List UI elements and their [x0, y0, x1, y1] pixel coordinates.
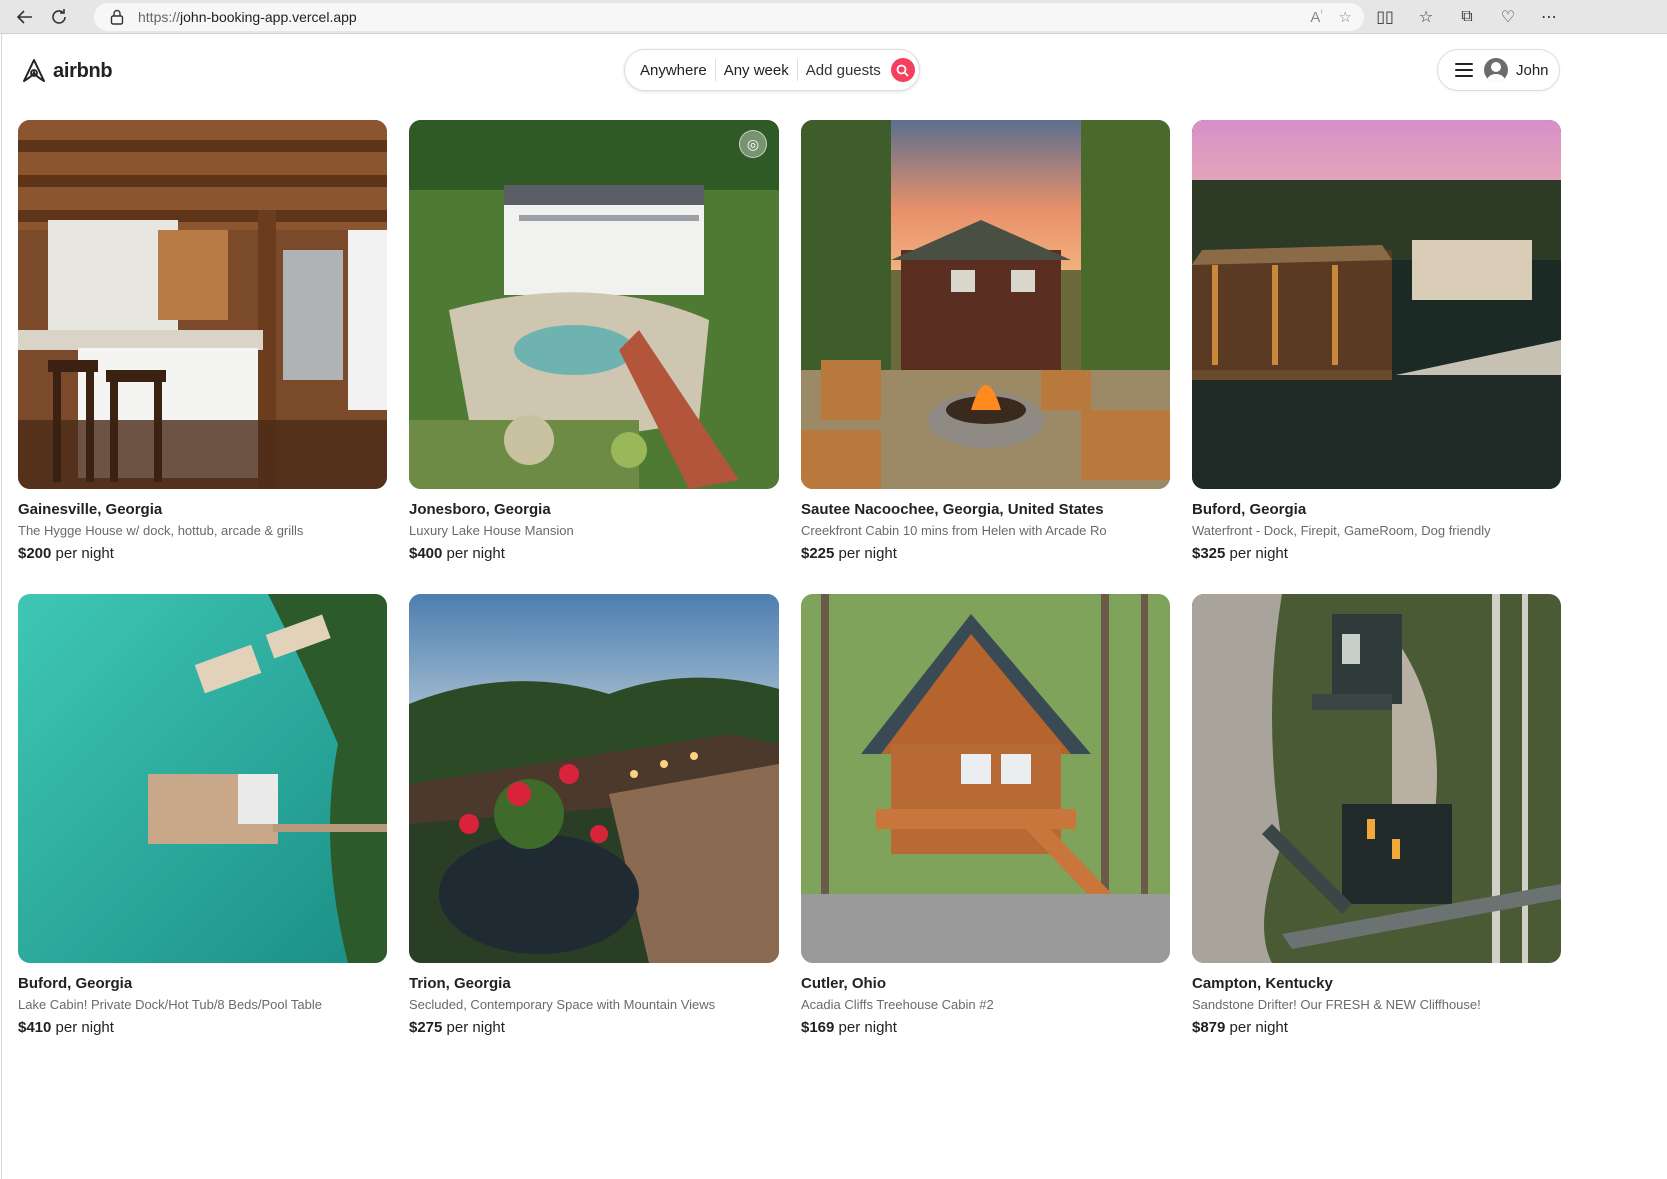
- browser-essentials-icon[interactable]: ♡: [1497, 6, 1519, 28]
- listings-grid: Gainesville, Georgia The Hygge House w/ …: [18, 120, 1562, 1036]
- airbnb-logo[interactable]: airbnb: [21, 58, 113, 84]
- search-anywhere[interactable]: Anywhere: [640, 62, 715, 79]
- listing-description: Acadia Cliffs Treehouse Cabin #2: [801, 997, 994, 1012]
- listing-description: Luxury Lake House Mansion: [409, 523, 574, 538]
- listing-location: Cutler, Ohio: [801, 975, 887, 992]
- page: airbnb Anywhere Any week Add guests John: [1, 34, 1667, 1179]
- listing-description: Creekfront Cabin 10 mins from Helen with…: [801, 523, 1107, 538]
- camera-focus-icon[interactable]: ◎: [739, 130, 767, 158]
- listing-card[interactable]: Buford, Georgia Waterfront - Dock, Firep…: [1192, 120, 1561, 562]
- listing-location: Campton, Kentucky: [1192, 975, 1333, 992]
- listing-location: Buford, Georgia: [1192, 501, 1307, 518]
- search-add-guests[interactable]: Add guests: [806, 62, 889, 79]
- listing-price: $169 per night: [801, 1019, 897, 1036]
- browser-toolbar: https://john-booking-app.vercel.app A⁾ ☆…: [0, 0, 1667, 34]
- listing-card[interactable]: Buford, Georgia Lake Cabin! Private Dock…: [18, 594, 387, 1036]
- collections-icon[interactable]: ⧉: [1456, 6, 1478, 28]
- listing-photo[interactable]: [409, 594, 779, 963]
- listing-photo[interactable]: [1192, 120, 1561, 489]
- airbnb-mark-icon: [23, 59, 45, 82]
- listing-photo[interactable]: [18, 120, 387, 489]
- brand-name: airbnb: [53, 59, 113, 82]
- read-aloud-icon[interactable]: A⁾: [1310, 8, 1322, 26]
- user-name: John: [1516, 61, 1549, 79]
- url-text: https://john-booking-app.vercel.app: [138, 9, 357, 25]
- split-screen-icon[interactable]: ▯▯: [1374, 6, 1396, 28]
- listing-photo[interactable]: [801, 594, 1170, 963]
- listing-location: Trion, Georgia: [409, 975, 511, 992]
- listing-price: $410 per night: [18, 1019, 114, 1036]
- listing-description: Sandstone Drifter! Our FRESH & NEW Cliff…: [1192, 997, 1481, 1012]
- listing-card[interactable]: Cutler, Ohio Acadia Cliffs Treehouse Cab…: [801, 594, 1170, 1036]
- listing-photo[interactable]: [801, 120, 1170, 489]
- user-menu-button[interactable]: John: [1437, 49, 1560, 91]
- favorite-star-icon[interactable]: ☆: [1339, 8, 1352, 26]
- listing-location: Gainesville, Georgia: [18, 501, 163, 518]
- search-divider: [714, 59, 716, 81]
- refresh-icon[interactable]: [42, 2, 76, 32]
- menu-icon: [1455, 63, 1473, 77]
- favorites-icon[interactable]: ☆: [1415, 6, 1437, 28]
- address-bar[interactable]: https://john-booking-app.vercel.app A⁾ ☆: [94, 3, 1364, 31]
- avatar: [1484, 58, 1508, 82]
- listing-price: $200 per night: [18, 545, 114, 562]
- listing-description: Lake Cabin! Private Dock/Hot Tub/8 Beds/…: [18, 997, 322, 1012]
- listing-location: Jonesboro, Georgia: [409, 501, 551, 518]
- listing-description: Waterfront - Dock, Firepit, GameRoom, Do…: [1192, 523, 1491, 538]
- search-icon: [896, 64, 909, 77]
- listing-description: Secluded, Contemporary Space with Mounta…: [409, 997, 716, 1012]
- listing-location: Sautee Nacoochee, Georgia, United States: [801, 501, 1104, 518]
- listing-photo[interactable]: ◎: [409, 120, 779, 489]
- listing-price: $225 per night: [801, 545, 897, 562]
- lock-icon: [110, 9, 124, 25]
- listing-card[interactable]: Campton, Kentucky Sandstone Drifter! Our…: [1192, 594, 1561, 1036]
- listing-price: $275 per night: [409, 1019, 505, 1036]
- listing-card[interactable]: Sautee Nacoochee, Georgia, United States…: [801, 120, 1170, 562]
- listing-card[interactable]: ◎ Jonesboro, Georgia Luxury Lake House M…: [409, 120, 779, 562]
- search-button[interactable]: [890, 58, 915, 82]
- search-any-week[interactable]: Any week: [724, 62, 797, 79]
- listing-card[interactable]: Trion, Georgia Secluded, Contemporary Sp…: [409, 594, 779, 1036]
- back-arrow-icon[interactable]: [8, 2, 42, 32]
- listing-price: $879 per night: [1192, 1019, 1288, 1036]
- search-bar[interactable]: Anywhere Any week Add guests: [624, 49, 920, 91]
- listing-photo[interactable]: [18, 594, 387, 963]
- listing-price: $325 per night: [1192, 545, 1288, 562]
- more-options-icon[interactable]: ⋯: [1538, 6, 1560, 28]
- listing-price: $400 per night: [409, 545, 505, 562]
- listing-location: Buford, Georgia: [18, 975, 133, 992]
- listing-card[interactable]: Gainesville, Georgia The Hygge House w/ …: [18, 120, 387, 562]
- listing-description: The Hygge House w/ dock, hottub, arcade …: [18, 523, 304, 538]
- listing-photo[interactable]: [1192, 594, 1561, 963]
- search-divider: [796, 59, 798, 81]
